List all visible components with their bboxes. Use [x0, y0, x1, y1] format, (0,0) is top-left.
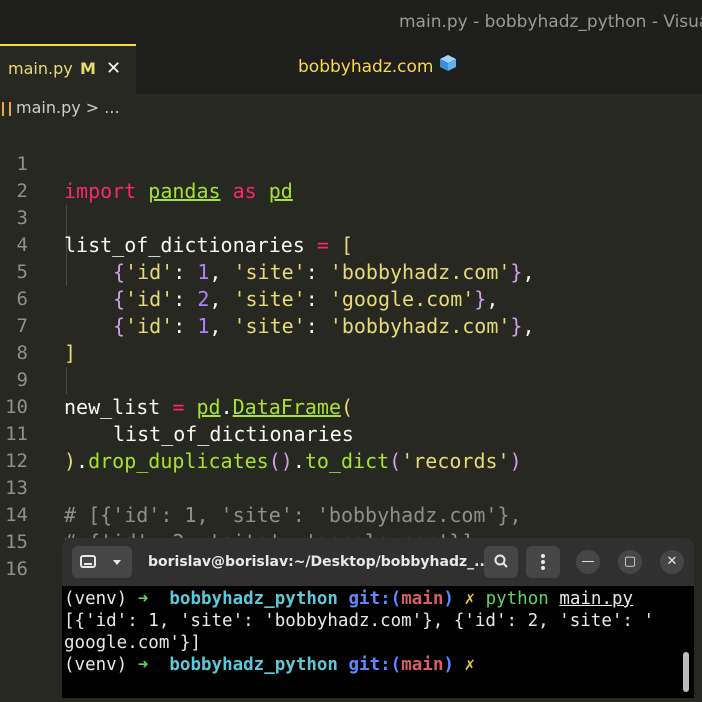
code-line: 7 ] [0, 286, 702, 365]
terminal-window[interactable]: borislav@borislav:~/Desktop/bobbyhadz_..… [62, 538, 694, 698]
center-title: bobbyhadz.com [298, 44, 457, 94]
code-line: 6 {'id': 1, 'site': 'bobbyhadz.com'}, [0, 259, 702, 338]
tab-close-icon[interactable]: ✕ [106, 46, 121, 92]
breadcrumb: main.py > ... [0, 94, 702, 122]
chevron-down-icon[interactable] [110, 546, 124, 589]
code-line: 4 {'id': 1, 'site': 'bobbyhadz.com'}, [0, 205, 702, 284]
window-title: main.py - bobbyhadz_python - Visual Stud… [399, 12, 702, 32]
code-line: 12 [0, 421, 702, 472]
terminal-new-tab-button[interactable] [72, 546, 132, 578]
code-line: 14 # {'id': 2, 'site': 'google.com'}] [0, 475, 702, 554]
code-line: 9 new_list = pd.DataFrame( [0, 340, 702, 419]
python-file-icon [2, 102, 11, 116]
terminal-new-tab-icon [80, 546, 96, 589]
terminal-title: borislav@borislav:~/Desktop/bobbyhadz_..… [148, 554, 491, 570]
code-line: 13 # [{'id': 1, 'site': 'bobbyhadz.com'}… [0, 448, 702, 527]
terminal-search-button[interactable] [484, 546, 518, 578]
code-line: 10 list_of_dictionaries [0, 367, 702, 446]
terminal-menu-button[interactable] [526, 546, 560, 578]
code-line: 5 {'id': 2, 'site': 'google.com'}, [0, 232, 702, 311]
terminal-line: [{'id': 1, 'site': 'bobbyhadz.com'}, {'i… [64, 611, 655, 631]
minimize-button[interactable]: — [576, 550, 600, 574]
code-line: 8 [0, 313, 702, 364]
terminal-line: google.com'}] [64, 633, 201, 653]
terminal-scrollbar[interactable] [683, 652, 689, 692]
maximize-button[interactable]: ▢ [618, 550, 642, 574]
code-line: 15 print(new_list) [0, 502, 702, 581]
terminal-output[interactable]: (venv) ➜ bobbyhadz_python git:(main) ✗ p… [62, 586, 694, 698]
code-line: 1 import pandas as pd [0, 124, 702, 203]
tab-bar: main.py M ✕ bobbyhadz.com [0, 44, 702, 94]
center-title-text: bobbyhadz.com [298, 57, 434, 77]
breadcrumb-more[interactable]: ... [104, 98, 119, 117]
cube-icon [439, 44, 457, 90]
code-line: 11 ).drop_duplicates().to_dict('records'… [0, 394, 702, 473]
tab-filename: main.py [8, 59, 73, 78]
search-icon [493, 554, 509, 582]
close-button[interactable]: ✕ [660, 550, 684, 574]
window-title-bar: main.py - bobbyhadz_python - Visual Stud… [0, 0, 702, 44]
terminal-header: borislav@borislav:~/Desktop/bobbyhadz_..… [62, 538, 694, 586]
code-line: 2 [0, 151, 702, 202]
kebab-menu-icon [540, 554, 546, 582]
breadcrumb-separator: > [85, 98, 100, 117]
tab-main-py[interactable]: main.py M ✕ [0, 44, 136, 94]
breadcrumb-file[interactable]: main.py [16, 98, 81, 117]
code-line: 3 list_of_dictionaries = [ [0, 178, 702, 257]
terminal-line: (venv) ➜ bobbyhadz_python git:(main) ✗ [64, 655, 476, 675]
line-number: 16 [5, 558, 28, 580]
code-editor[interactable]: 1 import pandas as pd 2 3 list_of_dictio… [0, 124, 702, 581]
terminal-line: (venv) ➜ bobbyhadz_python git:(main) ✗ p… [64, 589, 634, 609]
tab-modified-indicator: M [80, 59, 96, 78]
